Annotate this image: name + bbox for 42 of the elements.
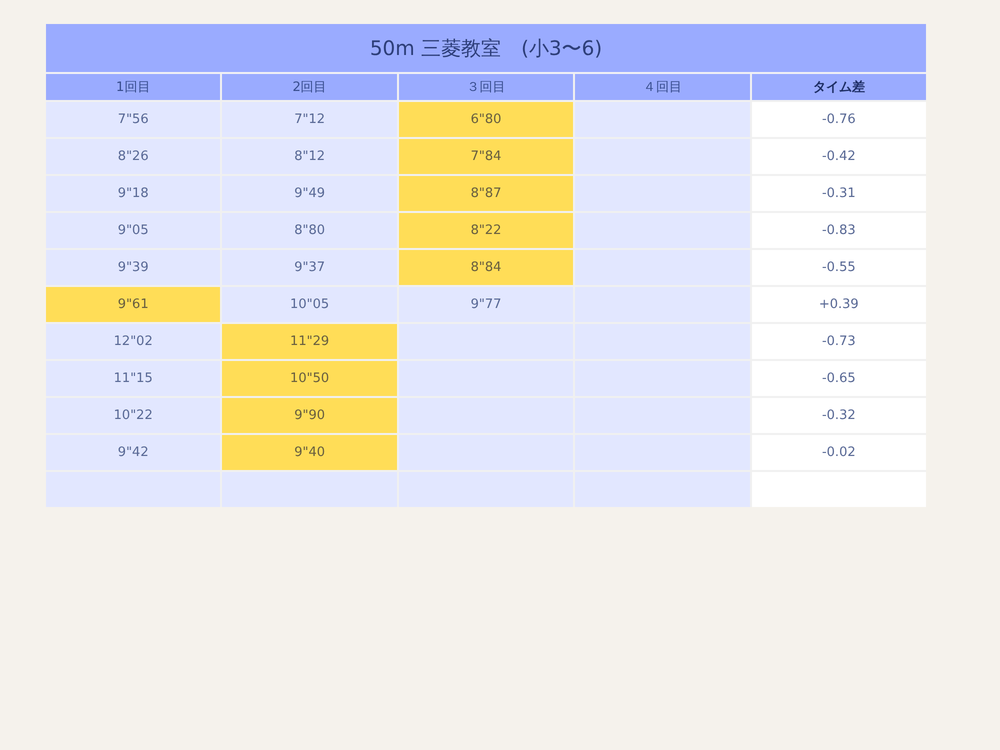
table-cell: -0.02 [752, 435, 926, 470]
column-header: ３回目 [398, 74, 574, 100]
table-cell: +0.39 [752, 287, 926, 322]
table-cell: 9"61 [46, 287, 220, 322]
table-cell: 9"77 [398, 287, 574, 322]
table-cell: 9"40 [222, 435, 397, 470]
column-header: タイム差 [752, 74, 926, 100]
table-cell: 8"26 [46, 139, 220, 174]
table-cell: -0.65 [752, 361, 926, 396]
column-header: ４回目 [575, 74, 750, 100]
table-cell: 12"02 [46, 324, 220, 359]
table-cell: 10"22 [46, 398, 220, 433]
table-cell: 7"12 [222, 102, 397, 137]
table-cell: 9"42 [46, 435, 220, 470]
table-cell: -0.32 [752, 398, 926, 433]
table-cell: 10"05 [222, 287, 397, 322]
table-cell: 8"84 [398, 250, 574, 285]
table-cell: 7"84 [398, 139, 574, 174]
column-header: 2回目 [222, 74, 397, 100]
table-cell: 10"50 [222, 361, 397, 396]
table-cell: 7"56 [46, 102, 220, 137]
table-title: 50m 三菱教室 (小3〜6) [46, 24, 926, 74]
table-cell: 9"18 [46, 176, 220, 211]
table-cell: -0.73 [752, 324, 926, 359]
table-cell: 11"29 [222, 324, 397, 359]
table-cell: -0.31 [752, 176, 926, 211]
table-cell: 9"90 [222, 398, 397, 433]
table-cell: 6"80 [398, 102, 574, 137]
table-cell: -0.42 [752, 139, 926, 174]
table-cell: -0.76 [752, 102, 926, 137]
table-cell: 11"15 [46, 361, 220, 396]
table-cell: 9"39 [46, 250, 220, 285]
table-cell: 8"12 [222, 139, 397, 174]
table-cell: 8"80 [222, 213, 397, 248]
table-cell: 9"49 [222, 176, 397, 211]
table-cell: 9"37 [222, 250, 397, 285]
table-cell: 8"87 [398, 176, 574, 211]
table-cell: -0.55 [752, 250, 926, 285]
table-cell: -0.83 [752, 213, 926, 248]
column-header: 1回目 [46, 74, 220, 100]
table-cell: 8"22 [398, 213, 574, 248]
table-cell: 9"05 [46, 213, 220, 248]
